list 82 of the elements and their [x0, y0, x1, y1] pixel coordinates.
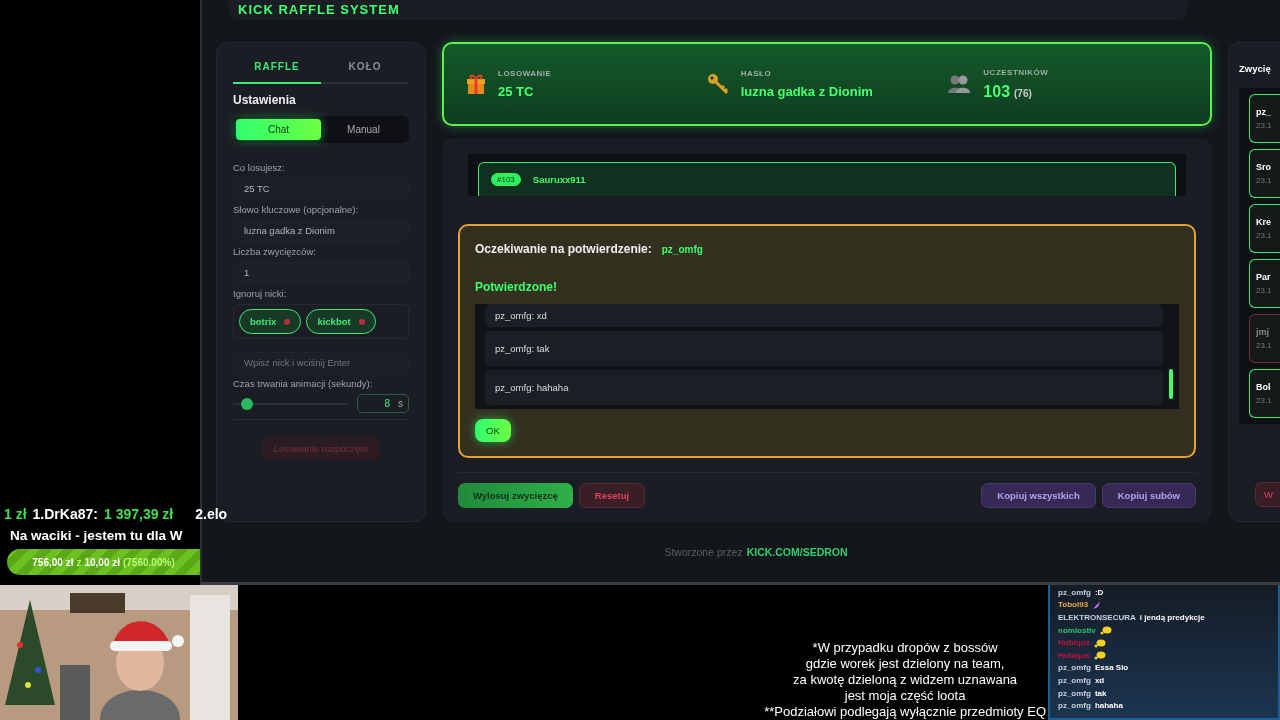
input-field[interactable]: 25 TC [233, 178, 409, 199]
winner-item[interactable]: Bol 23.1 [1249, 369, 1280, 418]
nick-chip[interactable]: botrix [239, 309, 302, 334]
winners-button[interactable]: W [1255, 482, 1280, 507]
goal-target: 10,00 zł [84, 556, 120, 568]
tab[interactable]: KOŁO [321, 55, 409, 84]
nick-chip[interactable]: kickbot [306, 309, 376, 334]
chat-username: Tobol93 [1058, 600, 1089, 610]
goal-amount: 756,00 zł [32, 556, 74, 568]
footer-text: Stworzone przez [664, 546, 743, 558]
goal-percent: (7560.00%) [123, 556, 175, 568]
ticker-text: 1.DrKa87: [32, 506, 98, 522]
section-title: Ustawienia [233, 93, 297, 107]
people-icon [947, 74, 972, 94]
stat-label: HASŁO [740, 69, 773, 78]
input-field[interactable]: 1 [233, 262, 409, 283]
chat-message: tak [1094, 688, 1107, 698]
chat-message: :D [1094, 587, 1104, 597]
ticker-text: 1 397,39 zł [103, 506, 174, 522]
field-label: Słowo kluczowe (opcjonalne): [233, 204, 360, 215]
field-label: Czas trwania animacji (sekundy): [233, 378, 374, 389]
caption-text: *W przypadku dropów z bossów gdzie worek jest dzielony na team, za kwotę dzieloną z widzem uznawana jest moja część loota **Podziałowi podlegają wyłącznie przedmioty EQ [764, 640, 1046, 720]
nick-text: kickbot [317, 316, 351, 327]
dialog-user: pz_omfg [661, 243, 703, 255]
field-label: Liczba zwycięzców: [233, 246, 317, 257]
chat-username: pz_omfg [1058, 675, 1091, 685]
field-label: Co losujesz: [233, 162, 286, 173]
entry-name: Sauruxx911 [532, 174, 586, 185]
ticker-text: 2.elo [195, 506, 228, 522]
chat-username: pz_omfg [1058, 663, 1091, 673]
ok-button[interactable]: OK [475, 419, 511, 442]
slider-thumb[interactable] [241, 397, 254, 410]
stat-value: luzna gadka z Dionim [740, 84, 873, 99]
panel-title: Zwycię [1239, 63, 1272, 74]
nick-text: botrix [250, 316, 277, 327]
chat-message: xd [1094, 675, 1105, 685]
message-row: pz_omfg: hahaha [485, 370, 1163, 405]
gift-icon [466, 73, 486, 95]
message-row: pz_omfg: xd [485, 304, 1163, 327]
chat-message: hahaha [1094, 701, 1123, 711]
action-button[interactable]: Kopiuj subów [1101, 483, 1196, 508]
action-button[interactable]: Kopiuj wszystkich [981, 483, 1096, 508]
hands-emote-icon [1099, 625, 1112, 636]
tab[interactable]: RAFFLE [233, 55, 321, 84]
goal-separator: z [76, 556, 82, 568]
app-title: KICK RAFFLE SYSTEM [238, 2, 400, 17]
chat-username: nomiostiv [1058, 625, 1096, 635]
message-row: pz_omfg: tak [485, 331, 1163, 366]
stat-extra: (76) [1014, 87, 1032, 99]
mode-button[interactable]: Chat [236, 119, 321, 140]
chat-username: Hubiqus [1058, 650, 1090, 660]
chat-username: pz_omfg [1058, 587, 1091, 597]
mode-button[interactable]: Manual [321, 119, 406, 140]
ticker-text: 1 zł [4, 506, 27, 522]
chat-username: ELEKTRONSECURA [1058, 613, 1136, 622]
action-button[interactable]: Resetuj [578, 483, 646, 508]
hands-emote-icon [1094, 637, 1106, 648]
chat-username: pz_omfg [1058, 701, 1091, 711]
winner-item[interactable]: Par 23.1 [1249, 259, 1280, 308]
goal-title: Na waciki - jestem tu dla W [9, 528, 184, 543]
stat-label: LOSOWANIE [498, 69, 552, 78]
field-label: Ignoruj nicki: [233, 288, 288, 299]
input-field[interactable]: luzna gadka z Dionim [233, 220, 409, 241]
entry-number: #103 [491, 173, 521, 186]
winner-item[interactable]: Kre 23.1 [1249, 204, 1280, 253]
hands-emote-icon [1094, 650, 1106, 661]
footer-link[interactable]: KICK.COM/SEDRON [746, 546, 848, 558]
winner-item[interactable]: Sro 23.1 [1249, 149, 1280, 198]
chat-username: Hubiqus [1058, 638, 1090, 648]
chat-message: Essa Sio [1094, 663, 1129, 673]
stat-label: UCZESTNIKÓW [983, 67, 1049, 77]
winner-item[interactable]: pz_ 23.1 [1249, 94, 1280, 143]
dialog-title: Oczekiwanie na potwierdzenie: [475, 242, 652, 256]
key-icon [706, 73, 729, 95]
stat-value: 103 [983, 82, 1011, 101]
dialog-status: Potwierdzone! [475, 280, 558, 294]
stat-value: 25 TC [498, 84, 534, 99]
winner-item[interactable]: jmj 23.1 [1249, 314, 1280, 363]
action-button[interactable]: Wylosuj zwycięzcę [458, 483, 573, 508]
chat-message: i jendą predykcje [1139, 613, 1205, 622]
chat-username: pz_omfg [1058, 688, 1091, 698]
number-field[interactable]: 8 s [357, 394, 409, 413]
